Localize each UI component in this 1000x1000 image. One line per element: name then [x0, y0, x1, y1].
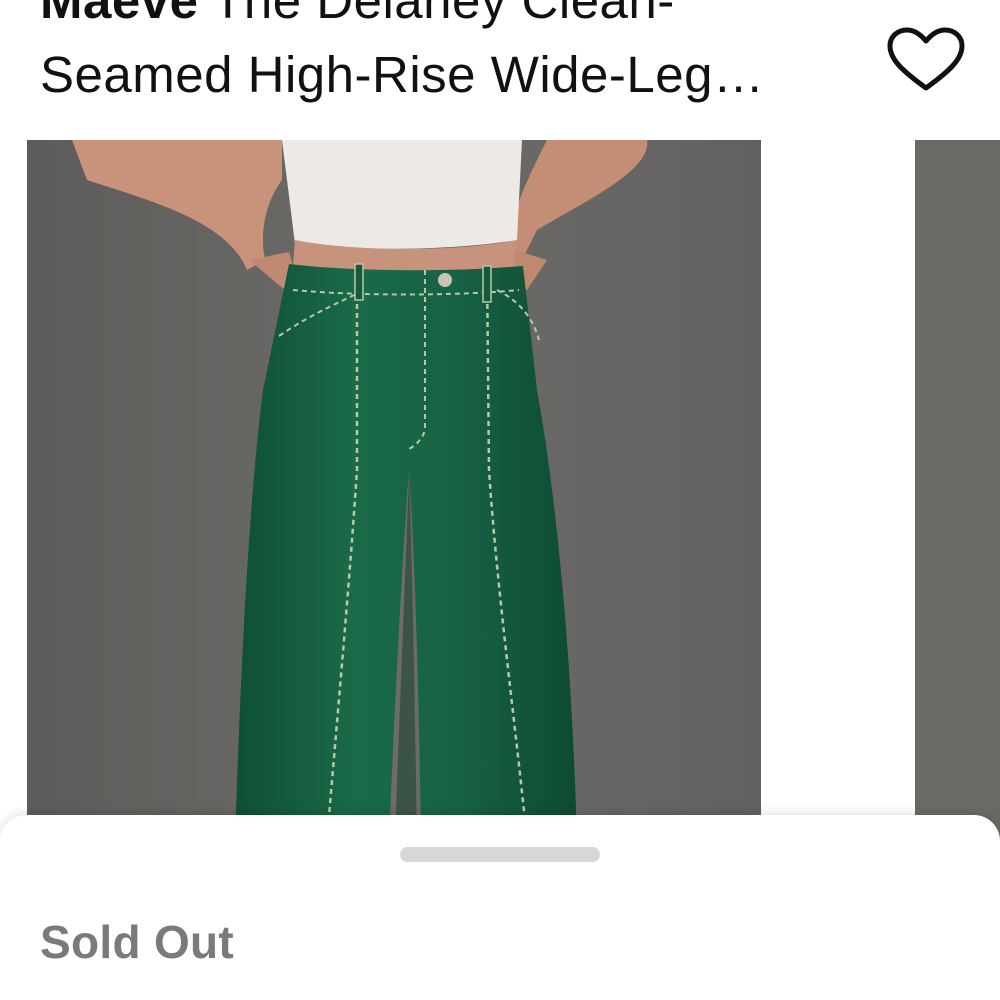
image-carousel[interactable]	[0, 140, 1000, 840]
favorite-button[interactable]	[884, 26, 968, 94]
bottom-sheet: Sold Out	[0, 815, 1000, 1000]
title-line-2: Seamed High-Rise Wide-Leg…	[40, 46, 765, 103]
product-title: Maeve The Delaney Clean- Seamed High-Ris…	[40, 0, 870, 112]
sheet-drag-handle[interactable]	[400, 847, 600, 862]
title-line-1: Maeve The Delaney Clean-	[40, 0, 870, 38]
sold-out-status: Sold Out	[40, 916, 235, 968]
brand-name[interactable]: Maeve	[40, 0, 198, 29]
product-image-main[interactable]	[27, 140, 761, 840]
product-page: Maeve The Delaney Clean- Seamed High-Ris…	[0, 0, 1000, 1000]
title-text-1: The Delaney Clean-	[198, 0, 675, 29]
heart-outline-icon	[887, 27, 965, 91]
product-image-next[interactable]	[915, 140, 1000, 840]
product-photo	[27, 140, 761, 840]
